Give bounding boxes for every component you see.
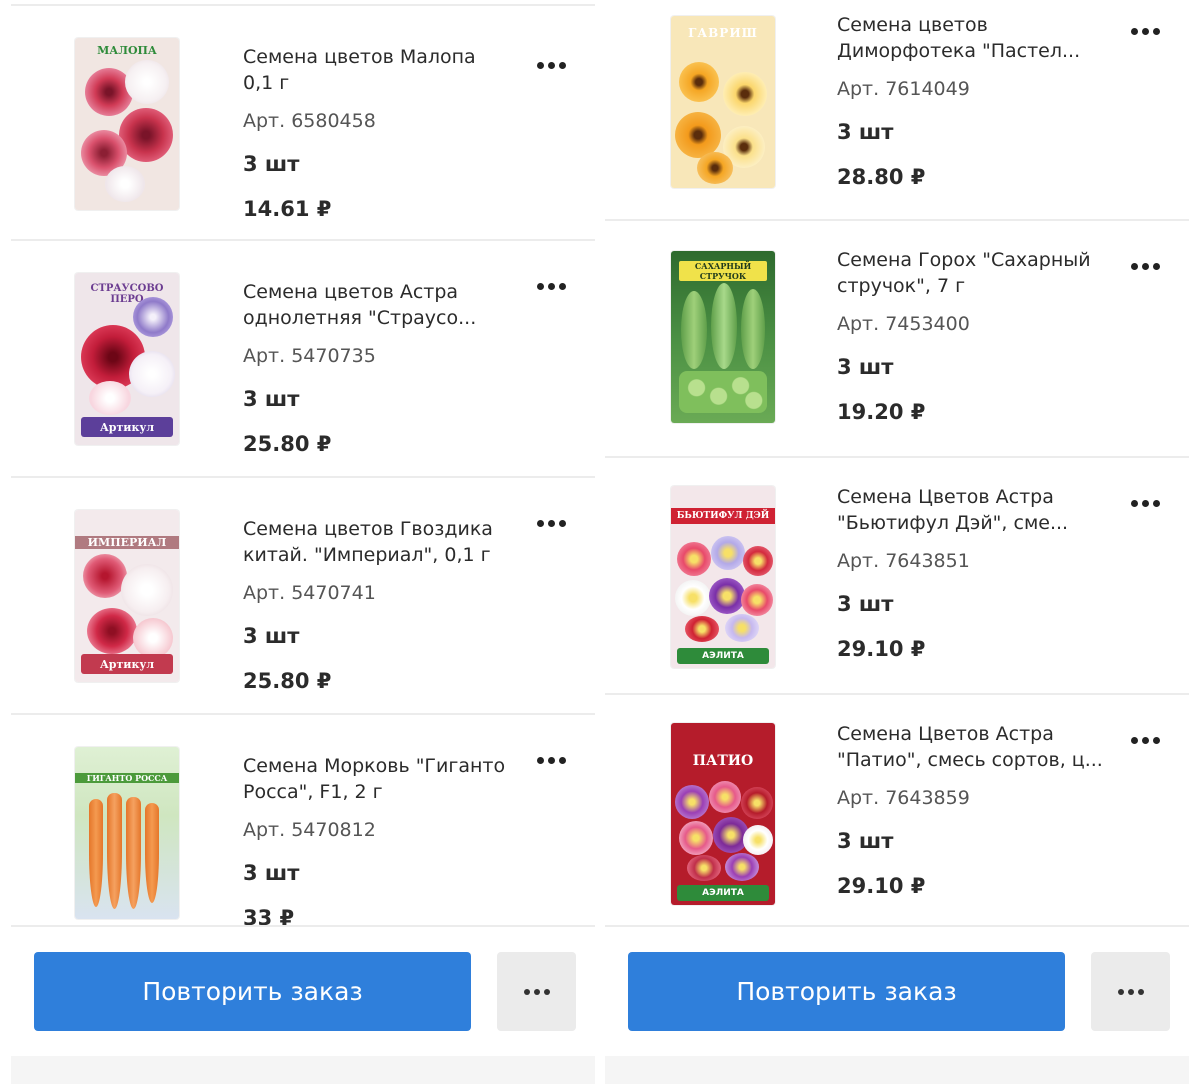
product-image-dimorphotheca[interactable]: ГАВРИШ: [671, 16, 775, 188]
item-quantity: 3 шт: [243, 387, 300, 411]
product-image-pea[interactable]: САХАРНЫЙ СТРУЧОК: [671, 251, 775, 423]
card-gap: [605, 1056, 1189, 1084]
item-sku: Арт. 6580458: [243, 110, 376, 132]
item-more-button[interactable]: [1123, 488, 1167, 518]
item-quantity: 3 шт: [837, 355, 894, 379]
item-more-button[interactable]: [1123, 16, 1167, 46]
item-more-button[interactable]: [529, 508, 573, 538]
more-icon: [1117, 988, 1144, 995]
item-sku: Арт. 7453400: [837, 313, 970, 335]
repeat-order-button[interactable]: Повторить заказ: [628, 952, 1065, 1031]
more-icon: [523, 988, 550, 995]
item-info: Семена Горох "Сахарный стручок", 7 г Арт…: [837, 247, 1105, 426]
item-title[interactable]: Семена Цветов Астра "Патио", смесь сорто…: [837, 721, 1105, 773]
more-icon: [1130, 27, 1160, 35]
footer-divider: [605, 925, 1189, 927]
item-quantity: 3 шт: [837, 592, 894, 616]
product-image-aster-beautiful-day[interactable]: БЬЮТИФУЛ ДЭЙ АЭЛИТА: [671, 486, 775, 668]
packet-label: МАЛОПА: [97, 44, 157, 57]
more-icon: [536, 519, 566, 527]
item-price: 19.20 ₽: [837, 400, 926, 424]
product-image-carnation[interactable]: ИМПЕРИАЛ Артикул: [75, 510, 179, 682]
packet-label: ГАВРИШ: [688, 26, 758, 40]
card-gap: [11, 1056, 595, 1084]
item-more-button[interactable]: [1123, 251, 1167, 281]
item-price: 25.80 ₽: [243, 432, 332, 456]
item-quantity: 3 шт: [837, 829, 894, 853]
item-price: 28.80 ₽: [837, 165, 926, 189]
order-item[interactable]: ГАВРИШ Семена цветов Диморфотека "Пастел…: [605, 0, 1189, 221]
item-info: Семена цветов Диморфотека "Пастел... Арт…: [837, 12, 1105, 191]
order-item[interactable]: ГИГАНТО РОССА Семена Морковь "Гиганто Ро…: [11, 715, 595, 930]
item-sku: Арт. 5470735: [243, 345, 376, 367]
product-image-aster[interactable]: СТРАУСОВО ПЕРО Артикул: [75, 273, 179, 445]
item-info: Семена Цветов Астра "Бьютифул Дэй", сме.…: [837, 484, 1105, 663]
item-quantity: 3 шт: [837, 120, 894, 144]
product-image-aster-patio[interactable]: ПАТИО АЭЛИТА: [671, 723, 775, 905]
item-info: Семена цветов Гвоздика китай. "Империал"…: [243, 516, 511, 695]
order-card-left: МАЛОПА Семена цветов Малопа 0,1 г Арт. 6…: [11, 0, 595, 1084]
item-title[interactable]: Семена цветов Диморфотека "Пастел...: [837, 12, 1105, 64]
item-sku: Арт. 5470741: [243, 582, 376, 604]
repeat-order-button[interactable]: Повторить заказ: [34, 952, 471, 1031]
item-price: 25.80 ₽: [243, 669, 332, 693]
order-items-list: ГАВРИШ Семена цветов Диморфотека "Пастел…: [605, 0, 1189, 926]
more-icon: [536, 61, 566, 69]
item-title[interactable]: Семена цветов Малопа 0,1 г: [243, 44, 511, 96]
order-item[interactable]: САХАРНЫЙ СТРУЧОК Семена Горох "Сахарный …: [605, 221, 1189, 458]
order-items-list: МАЛОПА Семена цветов Малопа 0,1 г Арт. 6…: [11, 4, 595, 930]
footer-divider: [11, 925, 595, 927]
order-item[interactable]: ИМПЕРИАЛ Артикул Семена цветов Гвоздика …: [11, 478, 595, 715]
item-sku: Арт. 7643851: [837, 550, 970, 572]
item-sku: Арт. 7643859: [837, 787, 970, 809]
item-title[interactable]: Семена Цветов Астра "Бьютифул Дэй", сме.…: [837, 484, 1105, 536]
item-sku: Арт. 5470812: [243, 819, 376, 841]
order-card-right: ГАВРИШ Семена цветов Диморфотека "Пастел…: [605, 0, 1189, 1084]
item-more-button[interactable]: [529, 50, 573, 80]
more-icon: [536, 756, 566, 764]
item-title[interactable]: Семена Горох "Сахарный стручок", 7 г: [837, 247, 1105, 299]
more-icon: [1130, 736, 1160, 744]
item-more-button[interactable]: [529, 745, 573, 775]
item-title[interactable]: Семена Морковь "Гиганто Росса", F1, 2 г: [243, 753, 511, 805]
more-icon: [1130, 499, 1160, 507]
packet-label: БЬЮТИФУЛ ДЭЙ: [671, 508, 775, 524]
item-sku: Арт. 7614049: [837, 78, 970, 100]
item-info: Семена Морковь "Гиганто Росса", F1, 2 г …: [243, 753, 511, 932]
order-item[interactable]: ПАТИО АЭЛИТА Семена Цветов Астра "Патио"…: [605, 695, 1189, 926]
item-price: 29.10 ₽: [837, 874, 926, 898]
packet-label: САХАРНЫЙ СТРУЧОК: [679, 261, 767, 281]
order-more-button[interactable]: [497, 952, 576, 1031]
item-price: 14.61 ₽: [243, 197, 332, 221]
item-price: 29.10 ₽: [837, 637, 926, 661]
item-price: 33 ₽: [243, 906, 295, 930]
packet-brand: Артикул: [81, 654, 173, 674]
packet-label: ГИГАНТО РОССА: [75, 773, 179, 783]
item-more-button[interactable]: [529, 271, 573, 301]
product-image-malope[interactable]: МАЛОПА: [75, 38, 179, 210]
order-item[interactable]: БЬЮТИФУЛ ДЭЙ АЭЛИТА Семена Цветов Астра …: [605, 458, 1189, 695]
order-item[interactable]: МАЛОПА Семена цветов Малопа 0,1 г Арт. 6…: [11, 4, 595, 241]
order-item[interactable]: СТРАУСОВО ПЕРО Артикул Семена цветов Аст…: [11, 241, 595, 478]
packet-label: ПАТИО: [692, 753, 754, 769]
packet-label: ИМПЕРИАЛ: [75, 536, 179, 549]
more-icon: [1130, 262, 1160, 270]
product-image-carrot[interactable]: ГИГАНТО РОССА: [75, 747, 179, 919]
item-quantity: 3 шт: [243, 861, 300, 885]
order-more-button[interactable]: [1091, 952, 1170, 1031]
item-quantity: 3 шт: [243, 624, 300, 648]
item-info: Семена цветов Малопа 0,1 г Арт. 6580458 …: [243, 44, 511, 223]
item-title[interactable]: Семена цветов Астра однолетняя "Страусо.…: [243, 279, 511, 331]
item-title[interactable]: Семена цветов Гвоздика китай. "Империал"…: [243, 516, 511, 568]
packet-brand: Артикул: [81, 417, 173, 437]
item-more-button[interactable]: [1123, 725, 1167, 755]
item-quantity: 3 шт: [243, 152, 300, 176]
packet-brand: АЭЛИТА: [677, 885, 769, 901]
item-info: Семена цветов Астра однолетняя "Страусо.…: [243, 279, 511, 458]
packet-brand: АЭЛИТА: [677, 648, 769, 664]
more-icon: [536, 282, 566, 290]
item-info: Семена Цветов Астра "Патио", смесь сорто…: [837, 721, 1105, 900]
